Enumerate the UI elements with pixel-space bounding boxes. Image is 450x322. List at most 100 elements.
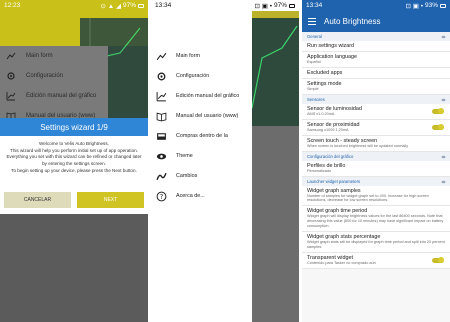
drawer-item-main-form[interactable]: Main form [151, 46, 252, 66]
cart-icon [157, 132, 166, 140]
drawer-item-theme[interactable]: Theme [151, 146, 252, 166]
drawer-item-label: Cambios [176, 173, 198, 179]
drawer-item-edicion-manual[interactable]: Edición manual del gráfico [151, 86, 252, 106]
section-header-graph-config: Configuración del gráfico [302, 151, 450, 161]
setting-screen-touch[interactable]: Screen touch - steady screen When screen… [302, 135, 450, 152]
section-header-widget: Launcher widget parameters [302, 176, 450, 186]
book-icon [156, 112, 167, 121]
drawer-item-label: Edición manual del gráfico [176, 93, 240, 99]
drawer-item-label: Compras dentro de la [176, 133, 228, 139]
dialog-title: Settings wizard 1/9 [0, 118, 148, 136]
section-title: Sensores [307, 96, 325, 102]
drawer-item-label: Theme [176, 153, 193, 159]
setting-run-wizard[interactable]: Run settings wizard [302, 41, 450, 52]
drawer-item-label: Acerca de... [176, 193, 205, 199]
drawer-item-cambios[interactable]: Cambios [151, 166, 252, 186]
setting-excluded-apps[interactable]: Excluded apps [302, 67, 450, 79]
status-icons: ⊡ ▣ • [254, 2, 272, 10]
svg-text:?: ? [160, 192, 164, 200]
app-title: Auto Brightness [324, 17, 381, 26]
setting-subtitle: Widget graph stats will be displayed for… [307, 240, 445, 250]
cancel-button[interactable]: CANCELAR [4, 192, 71, 208]
setting-title: Excluded apps [307, 69, 343, 76]
wizard-screen: 12:23 ⊙ ▲ ◢ 97% Main form Configuración … [0, 0, 148, 322]
status-bar: 13:34 ⊡ ▣ • 97% [151, 0, 299, 11]
drawer-item-configuracion[interactable]: Configuración [151, 66, 252, 86]
help-icon: ? [156, 191, 167, 201]
setting-proximity-sensor[interactable]: Sensor de proximidad Samsung v1009 1,20m… [302, 119, 450, 136]
setting-subtitle: Samsung v1009 1,20mA [307, 127, 349, 132]
setting-transparent-widget[interactable]: Transparent widget Contenido para Tasker… [302, 252, 450, 269]
section-header-general: General [302, 32, 450, 41]
ghost-item-label: Edición manual del gráfico [26, 93, 97, 99]
cloud-icon [441, 35, 446, 39]
dialog-text: Everything you set with this wizard can … [6, 154, 142, 166]
background-chart [251, 18, 299, 126]
navigation-drawer: Main form Configuración Edición manual d… [151, 11, 252, 322]
battery-icon [440, 3, 446, 8]
eye-icon [156, 153, 167, 159]
ghost-item-label: Configuración [26, 73, 64, 79]
status-bar: 13:34 ⊡ ▣ • 93% [302, 0, 450, 11]
settings-list: General Run settings wizard Application … [302, 32, 450, 322]
section-title: General [307, 34, 322, 39]
section-title: Configuración del gráfico [307, 153, 354, 159]
drawer-header [151, 11, 252, 46]
setting-subtitle: Widget graph will display brightness val… [307, 214, 444, 229]
drawer-item-label: Configuración [176, 73, 210, 79]
cloud-icon [441, 98, 446, 102]
settings-wizard-dialog: Settings wizard 1/9 Welcome to Velis Aut… [0, 118, 148, 214]
drawer-item-acerca[interactable]: ? Acerca de... [151, 186, 252, 206]
next-button[interactable]: NEXT [77, 192, 144, 208]
menu-icon[interactable] [308, 18, 316, 25]
section-header-sensores: Sensores [302, 94, 450, 104]
ghost-item-label: Main form [26, 53, 53, 59]
status-battery: 93% [424, 2, 438, 9]
status-battery: 97% [122, 2, 136, 9]
setting-settings-mode[interactable]: Settings mode Simple [302, 78, 450, 95]
dialog-text: This wizard will help you perform initia… [10, 147, 138, 153]
drawer-behind-dialog: Main form Configuración Edición manual d… [0, 46, 108, 126]
status-icons: ⊡ ▣ • [405, 2, 423, 10]
light-sensor-toggle[interactable] [432, 108, 444, 115]
setting-subtitle: AMS v1.0,20mA [307, 111, 335, 116]
battery-icon [138, 3, 144, 8]
setting-language[interactable]: Application language Español [302, 52, 450, 68]
proximity-sensor-toggle[interactable] [432, 124, 444, 131]
setting-title: Run settings wizard [307, 43, 355, 49]
background-app [251, 0, 299, 322]
transparent-widget-toggle[interactable] [432, 257, 444, 264]
setting-subtitle: Contenido para Tasker no comprado aún [307, 260, 376, 265]
dialog-text: To begin setting up your device, please … [11, 167, 137, 173]
changes-icon [156, 172, 167, 180]
setting-subtitle: Personalizado [307, 168, 332, 173]
drawer-item-manual[interactable]: Manual del usuario (www) [151, 106, 252, 126]
drawer-item-label: Manual del usuario (www) [176, 113, 239, 119]
cloud-icon [441, 155, 446, 158]
setting-brightness-profiles[interactable]: Perfiles de brillo Personalizado [302, 160, 450, 177]
setting-light-sensor[interactable]: Sensor de luminosidad AMS v1.0,20mA [302, 103, 450, 120]
status-time: 13:34 [306, 2, 323, 9]
section-title: Launcher widget parameters [307, 178, 361, 184]
setting-widget-samples[interactable]: Widget graph samples Number of samples f… [302, 185, 450, 207]
drawer-item-compras[interactable]: Compras dentro de la [151, 126, 252, 146]
setting-subtitle: Number of samples for widget graph set t… [307, 193, 429, 203]
app-bar: Auto Brightness [302, 11, 450, 32]
dialog-buttons: CANCELAR NEXT [4, 192, 144, 208]
setting-widget-stats[interactable]: Widget graph stats percentage Widget gra… [302, 232, 450, 253]
dialog-body: Welcome to Velis Auto Brightness. This w… [0, 136, 148, 179]
ghost-menu-item: Edición manual del gráfico [0, 86, 108, 106]
gear-icon [157, 72, 166, 80]
status-bar: 12:23 ⊙ ▲ ◢ 97% [0, 0, 148, 11]
battery-icon [289, 3, 295, 8]
gear-icon [7, 72, 15, 80]
chart-graph [251, 25, 298, 109]
navigation-drawer-screen: 13:34 ⊡ ▣ • 97% Main form Configuración … [151, 0, 299, 322]
settings-screen: 13:34 ⊡ ▣ • 93% Auto Brightness General … [302, 0, 450, 322]
dialog-text: Welcome to Velis Auto Brightness. [39, 141, 109, 146]
setting-subtitle: When screen is touched brightness will b… [307, 143, 409, 148]
chart-line-icon [156, 52, 167, 60]
ghost-menu-item: Main form [0, 46, 108, 66]
setting-widget-time-period[interactable]: Widget graph time period Widget graph wi… [302, 206, 450, 233]
chart-edit-icon [156, 91, 167, 101]
